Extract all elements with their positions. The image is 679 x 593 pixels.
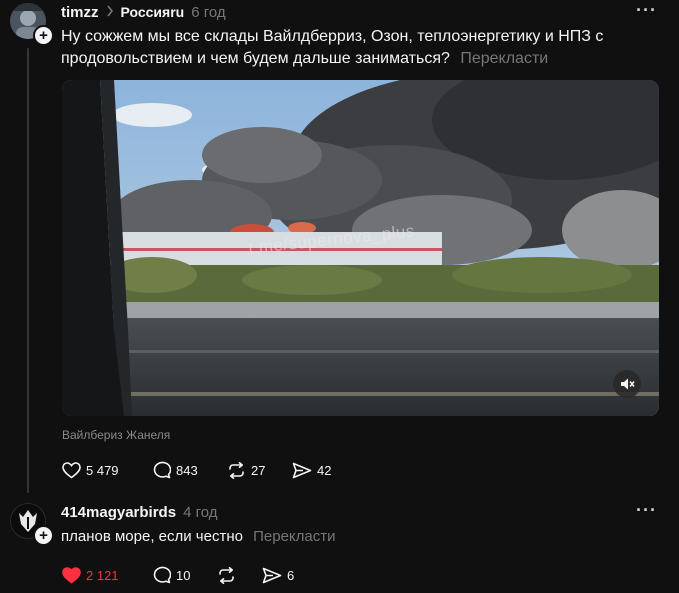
- reply-reply-count: 10: [176, 567, 191, 583]
- reply-reply-button[interactable]: 10: [152, 566, 217, 584]
- reply-username[interactable]: 414magyarbirds: [61, 504, 176, 521]
- repost-count: 27: [251, 462, 266, 478]
- repost-icon: [217, 566, 236, 584]
- reply-count: 843: [176, 462, 198, 478]
- media-caption: Вайлбериз Жанеля: [62, 428, 171, 442]
- heart-icon: [62, 461, 81, 479]
- reply-time: 4 год: [183, 503, 218, 521]
- video-frame: [62, 80, 659, 416]
- reply-like-count: 2 121: [86, 567, 119, 583]
- heart-icon: [62, 566, 81, 584]
- reply-share-button[interactable]: 6: [262, 567, 322, 584]
- follow-plus-icon[interactable]: +: [33, 25, 54, 46]
- reply-share-count: 6: [287, 567, 295, 583]
- reply-text: планов море, если честно: [61, 528, 243, 545]
- share-icon: [292, 462, 312, 479]
- mute-icon[interactable]: [613, 370, 641, 398]
- post-username[interactable]: timzz: [61, 4, 99, 21]
- reply-translate-link[interactable]: Перекласти: [253, 528, 335, 545]
- share-count: 42: [317, 462, 332, 478]
- reply-more-icon[interactable]: ···: [636, 500, 657, 521]
- translate-link[interactable]: Перекласти: [460, 50, 548, 67]
- chevron-right-icon: [106, 4, 114, 20]
- like-count: 5 479: [86, 462, 119, 478]
- thread-line: [27, 48, 29, 493]
- share-icon: [262, 567, 282, 584]
- repost-icon: [227, 461, 246, 479]
- community-link[interactable]: Россияru: [121, 4, 185, 20]
- post-time: 6 год: [191, 3, 226, 21]
- reply-repost-button[interactable]: [217, 566, 262, 584]
- share-button[interactable]: 42: [292, 462, 352, 479]
- reply-button[interactable]: 843: [152, 461, 227, 479]
- like-button[interactable]: 5 479: [62, 461, 152, 479]
- repost-button[interactable]: 27: [227, 461, 292, 479]
- follow-plus-icon[interactable]: +: [33, 525, 54, 546]
- comment-icon: [152, 461, 171, 479]
- reply-like-button[interactable]: 2 121: [62, 566, 152, 584]
- post-video[interactable]: t.me/supernova_plus: [62, 80, 659, 416]
- more-icon[interactable]: ···: [636, 0, 657, 21]
- comment-icon: [152, 566, 171, 584]
